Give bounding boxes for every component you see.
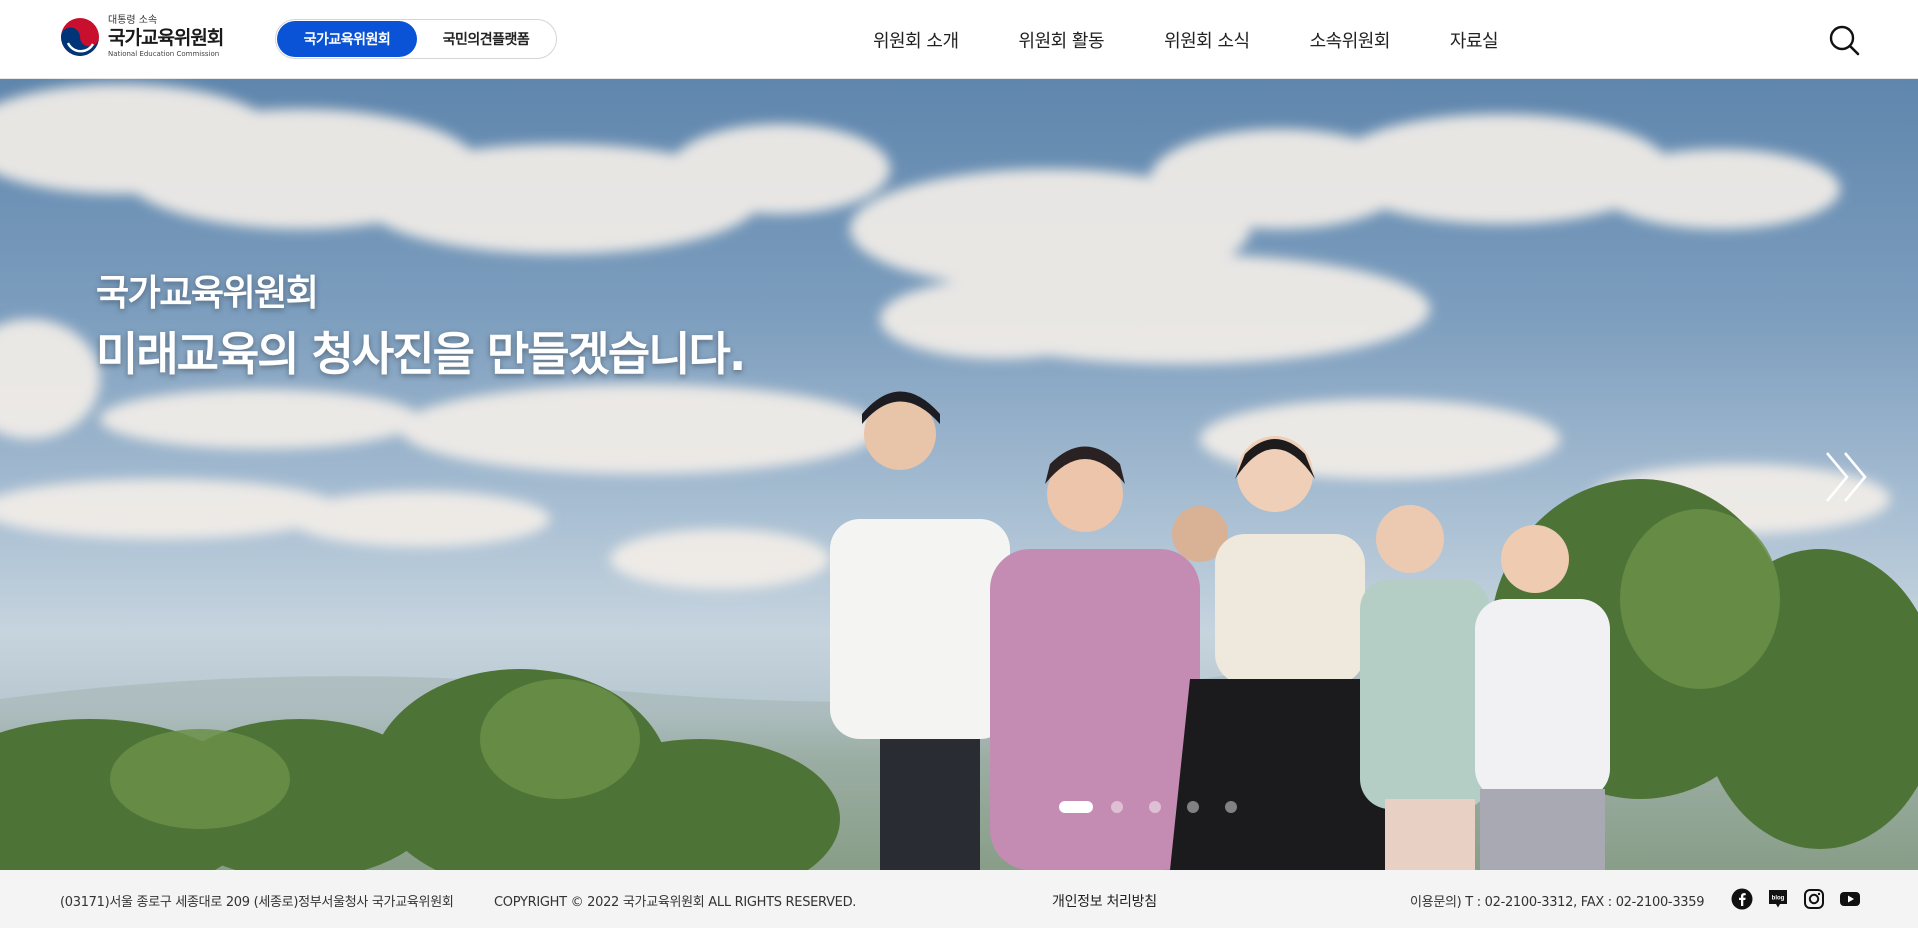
nav-item-activities[interactable]: 위원회 활동 (1019, 27, 1105, 53)
hero-banner: 국가교육위원회 미래교육의 청사진을 만들겠습니다. (0, 79, 1918, 870)
taegeuk-emblem-icon (60, 17, 100, 57)
blog-icon[interactable]: blog (1767, 888, 1789, 910)
logo-title: 국가교육위원회 (108, 27, 224, 49)
hero-copy: 국가교육위원회 미래교육의 청사진을 만들겠습니다. (96, 272, 746, 385)
footer-address: (03171)서울 종로구 세종대로 209 (세종로)정부서울청사 국가교육위… (60, 895, 454, 910)
facebook-icon[interactable] (1731, 888, 1753, 910)
double-chevron-right-icon[interactable] (1823, 449, 1871, 505)
instagram-icon[interactable] (1803, 888, 1825, 910)
site-header: 대통령 소속 국가교육위원회 National Education Commis… (0, 0, 1918, 79)
nav-item-about[interactable]: 위원회 소개 (873, 27, 959, 53)
site-switch-toggle: 국가교육위원회 국민의견플랫폼 (275, 19, 557, 59)
site-logo[interactable]: 대통령 소속 국가교육위원회 National Education Commis… (60, 15, 230, 59)
footer-privacy-link[interactable]: 개인정보 처리방침 (1052, 891, 1157, 911)
blog-icon-text: blog (1772, 896, 1785, 902)
slide-pagination (1059, 801, 1237, 813)
site-footer: (03171)서울 종로구 세종대로 209 (세종로)정부서울청사 국가교육위… (0, 870, 1918, 928)
toggle-opinion-platform-button[interactable]: 국민의견플랫폼 (417, 21, 555, 57)
slide-dot-2[interactable] (1111, 801, 1123, 813)
hero-title-small: 국가교육위원회 (96, 273, 319, 314)
toggle-nec-button[interactable]: 국가교육위원회 (277, 21, 417, 57)
slide-dot-5[interactable] (1225, 801, 1237, 813)
youtube-icon[interactable] (1839, 888, 1861, 910)
hero-title-large: 미래교육의 청사진을 만들겠습니다. (96, 327, 746, 382)
nav-item-archive[interactable]: 자료실 (1450, 27, 1499, 53)
logo-english: National Education Commission (108, 50, 220, 58)
main-nav: 위원회 소개 위원회 활동 위원회 소식 소속위원회 자료실 (873, 0, 1499, 79)
footer-contact: 이용문의) T : 02-2100-3312, FAX : 02-2100-33… (1410, 895, 1705, 910)
footer-copyright: COPYRIGHT © 2022 국가교육위원회 ALL RIGHTS RESE… (494, 895, 857, 910)
search-icon[interactable] (1828, 24, 1860, 56)
slide-dot-3[interactable] (1149, 801, 1161, 813)
slide-dot-1[interactable] (1059, 801, 1093, 813)
slide-dot-4[interactable] (1187, 801, 1199, 813)
nav-item-news[interactable]: 위원회 소식 (1164, 27, 1250, 53)
logo-subtitle: 대통령 소속 (108, 15, 158, 26)
hero-background-image (0, 84, 1918, 870)
nav-item-subcommittees[interactable]: 소속위원회 (1310, 27, 1391, 53)
